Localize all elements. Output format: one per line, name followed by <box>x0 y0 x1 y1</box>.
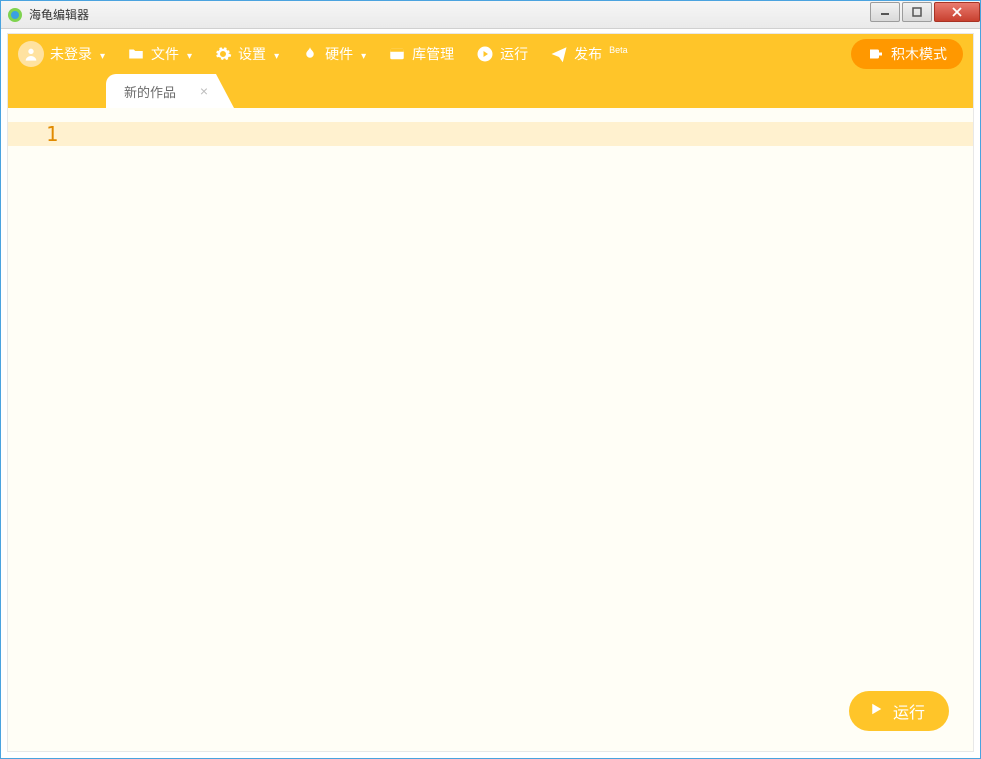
caret-icon <box>185 46 192 62</box>
library-label: 库管理 <box>412 44 454 64</box>
tab-new-project[interactable]: 新的作品 × <box>106 74 216 108</box>
line-number: 1 <box>8 122 96 146</box>
blocks-icon <box>867 45 885 63</box>
close-icon[interactable]: × <box>200 83 208 99</box>
login-menu[interactable]: 未登录 <box>18 41 105 67</box>
publish-label: 发布 <box>574 44 602 64</box>
blocks-mode-label: 积木模式 <box>891 44 947 64</box>
code-area[interactable] <box>96 108 973 751</box>
settings-label: 设置 <box>238 44 266 64</box>
caret-icon <box>359 46 366 62</box>
login-label: 未登录 <box>50 44 92 64</box>
send-icon <box>550 45 568 63</box>
tab-bar: 新的作品 × <box>8 74 973 108</box>
gear-icon <box>214 45 232 63</box>
tab-label: 新的作品 <box>124 82 176 101</box>
app-icon <box>7 7 23 23</box>
library-button[interactable]: 库管理 <box>388 44 454 64</box>
run-label: 运行 <box>500 44 528 64</box>
file-label: 文件 <box>151 44 179 64</box>
hardware-icon <box>301 45 319 63</box>
caret-icon <box>272 46 279 62</box>
publish-button[interactable]: 发布 Beta <box>550 44 627 64</box>
blocks-mode-button[interactable]: 积木模式 <box>851 39 963 69</box>
main-toolbar: 未登录 文件 设置 硬件 <box>8 34 973 74</box>
caret-icon <box>98 46 105 62</box>
play-icon <box>476 45 494 63</box>
code-editor[interactable]: 1 <box>8 108 973 751</box>
active-line-highlight <box>96 122 973 146</box>
avatar-icon <box>18 41 44 67</box>
settings-menu[interactable]: 设置 <box>214 44 279 64</box>
run-button-toolbar[interactable]: 运行 <box>476 44 528 64</box>
library-icon <box>388 45 406 63</box>
hardware-label: 硬件 <box>325 44 353 64</box>
window-title: 海龟编辑器 <box>29 6 868 23</box>
hardware-menu[interactable]: 硬件 <box>301 44 366 64</box>
run-fab-label: 运行 <box>893 699 925 723</box>
close-button[interactable] <box>934 2 980 22</box>
app-content: 未登录 文件 设置 硬件 <box>7 33 974 752</box>
file-menu[interactable]: 文件 <box>127 44 192 64</box>
folder-icon <box>127 45 145 63</box>
play-icon <box>867 700 885 723</box>
window-frame: 海龟编辑器 未登录 <box>0 0 981 759</box>
line-gutter: 1 <box>8 108 96 751</box>
minimize-button[interactable] <box>870 2 900 22</box>
window-controls <box>868 2 980 24</box>
titlebar: 海龟编辑器 <box>1 1 980 29</box>
run-fab-button[interactable]: 运行 <box>849 691 949 731</box>
maximize-button[interactable] <box>902 2 932 22</box>
beta-badge: Beta <box>609 45 628 55</box>
